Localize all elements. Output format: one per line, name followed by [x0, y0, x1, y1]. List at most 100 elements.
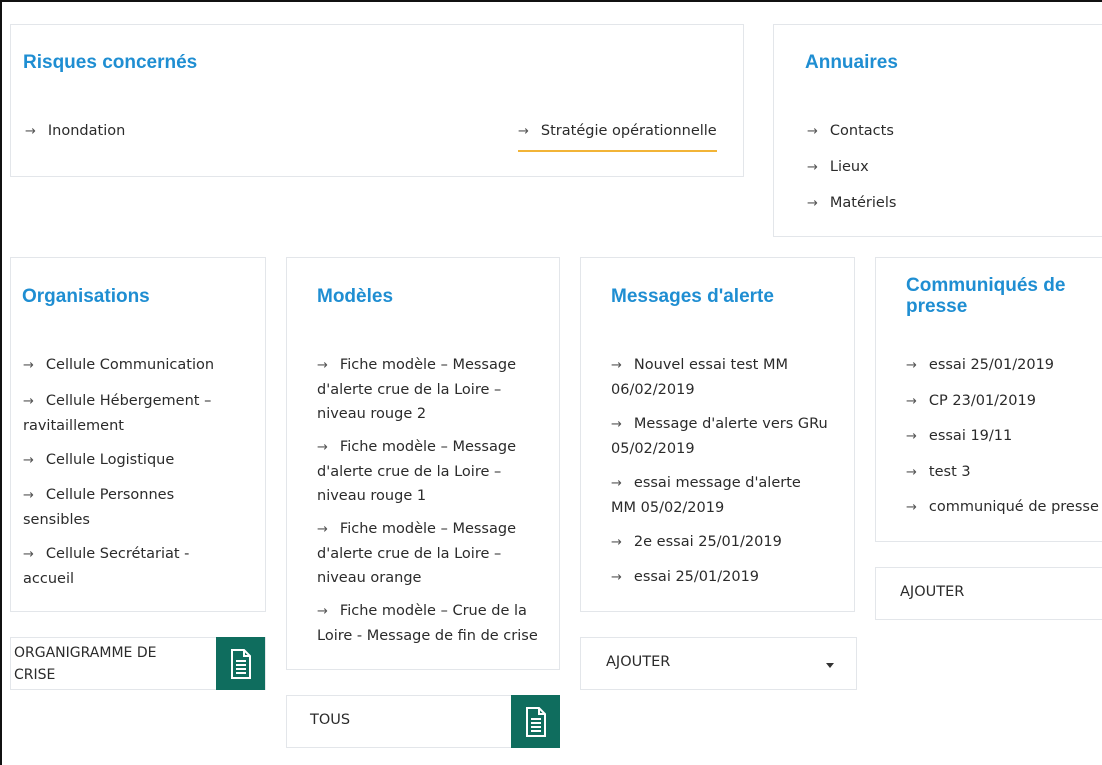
link-label: communiqué de presse 2 — [928, 499, 1102, 515]
link-label-continued: d'alerte crue de la Loire – — [317, 546, 502, 562]
organisation-item[interactable]: → Cellule Logistique — [23, 448, 259, 473]
link-label: Matériels — [829, 195, 897, 211]
message-item[interactable]: → Message d'alerte vers GRu 05/02/2019 — [611, 412, 851, 461]
arrow-right-icon: → — [611, 476, 622, 491]
link-label: Fiche modèle – Message — [339, 521, 517, 537]
message-item[interactable]: → Nouvel essai test MM 06/02/2019 — [611, 353, 851, 402]
link-label-continued: 05/02/2019 — [611, 441, 695, 457]
message-item[interactable]: → essai message d'alerte MM 05/02/2019 — [611, 471, 851, 520]
modele-item[interactable]: → Fiche modèle – Crue de la Loire - Messa… — [317, 599, 557, 648]
link-label: essai message d'alerte — [633, 475, 801, 491]
arrow-right-icon: → — [317, 604, 328, 619]
link-label: Cellule Hébergement – — [45, 393, 212, 409]
organigramme-label: ORGANIGRAMME DE CRISE — [14, 642, 156, 686]
communique-item[interactable]: → CP 23/01/2019 — [906, 389, 1036, 414]
organisation-item[interactable]: → Cellule Hébergement – ravitaillement — [23, 389, 259, 438]
arrow-right-icon: → — [317, 440, 328, 455]
link-label-continued: niveau orange — [317, 570, 422, 586]
annuaire-item-lieux[interactable]: → Lieux — [807, 155, 869, 180]
arrow-right-icon: → — [23, 394, 34, 409]
arrow-right-icon: → — [611, 417, 622, 432]
annuaires-title: Annuaires — [805, 52, 898, 73]
organisations-card: Organisations → Cellule Communication → Ce… — [10, 257, 266, 612]
ajouter-label: AJOUTER — [606, 654, 671, 670]
link-label: Nouvel essai test MM — [633, 357, 788, 373]
communique-item[interactable]: → essai 19/11 — [906, 424, 1012, 449]
arrow-right-icon: → — [317, 522, 328, 537]
link-label: 2e essai 25/01/2019 — [633, 534, 782, 550]
link-label-continued: ravitaillement — [23, 418, 124, 434]
organigramme-label-line1: ORGANIGRAMME DE — [14, 645, 157, 661]
risques-card: Risques concernés → Inondation → Stratégie… — [10, 24, 744, 177]
link-label: Cellule Communication — [45, 357, 215, 373]
risques-title: Risques concernés — [23, 52, 198, 73]
tous-label: TOUS — [310, 712, 351, 728]
annuaires-card: Annuaires → Contacts → Lieux → Matériels — [773, 24, 1102, 237]
arrow-right-icon: → — [23, 453, 34, 468]
arrow-right-icon: → — [906, 394, 917, 409]
arrow-right-icon: → — [807, 124, 818, 139]
risque-item-inondation[interactable]: → Inondation — [25, 119, 125, 144]
arrow-right-icon: → — [611, 570, 622, 585]
modele-item[interactable]: → Fiche modèle – Message d'alerte crue de… — [317, 353, 553, 426]
ajouter-communique-button[interactable]: AJOUTER — [875, 567, 1102, 620]
arrow-right-icon: → — [906, 500, 917, 515]
modele-item[interactable]: → Fiche modèle – Message d'alerte crue de… — [317, 435, 553, 508]
risque-item-strategie[interactable]: → Stratégie opérationnelle — [518, 119, 717, 152]
message-item[interactable]: → essai 25/01/2019 — [611, 565, 851, 590]
link-label: essai 19/11 — [928, 428, 1013, 444]
link-label-continued: MM 05/02/2019 — [611, 500, 725, 516]
link-label: Lieux — [829, 159, 869, 175]
ajouter-message-dropdown[interactable]: AJOUTER — [580, 637, 857, 690]
link-label-continued: sensibles — [23, 512, 90, 528]
communiques-title-line2: presse — [906, 296, 968, 317]
communique-item[interactable]: → test 3 — [906, 460, 971, 485]
link-label: Fiche modèle – Message — [339, 357, 517, 373]
arrow-right-icon: → — [25, 124, 36, 139]
arrow-right-icon: → — [23, 547, 34, 562]
arrow-right-icon: → — [611, 535, 622, 550]
document-icon — [230, 648, 251, 679]
annuaire-item-materiels[interactable]: → Matériels — [807, 191, 896, 216]
arrow-right-icon: → — [906, 465, 917, 480]
communique-item[interactable]: → communiqué de presse 2 — [906, 495, 1102, 520]
arrow-right-icon: → — [23, 488, 34, 503]
arrow-right-icon: → — [23, 358, 34, 373]
arrow-right-icon: → — [317, 358, 328, 373]
arrow-right-icon: → — [518, 124, 529, 139]
organisation-item[interactable]: → Cellule Secrétariat - accueil — [23, 542, 259, 591]
link-label: Fiche modèle – Message — [339, 439, 517, 455]
link-label-continued: Loire - Message de fin de crise — [317, 628, 538, 644]
communique-item[interactable]: → essai 25/01/2019 — [906, 353, 1054, 378]
document-icon — [525, 706, 546, 737]
link-label: essai 25/01/2019 — [928, 357, 1055, 373]
ajouter-label: AJOUTER — [900, 584, 965, 600]
link-label-continued: d'alerte crue de la Loire – — [317, 464, 502, 480]
link-label-continued: niveau rouge 1 — [317, 488, 427, 504]
organisation-item[interactable]: → Cellule Communication — [23, 353, 259, 378]
organigramme-document-button[interactable] — [216, 637, 265, 690]
caret-down-icon — [826, 663, 834, 668]
link-label: Contacts — [829, 123, 894, 139]
arrow-right-icon: → — [611, 358, 622, 373]
link-label-continued: accueil — [23, 571, 74, 587]
link-label: Message d'alerte vers GRu — [633, 416, 828, 432]
modele-item[interactable]: → Fiche modèle – Message d'alerte crue de… — [317, 517, 553, 590]
communiques-title: Communiqués de presse — [906, 275, 1065, 317]
link-label: Inondation — [47, 123, 126, 139]
link-label: Stratégie opérationnelle — [540, 123, 717, 139]
message-item[interactable]: → 2e essai 25/01/2019 — [611, 530, 851, 555]
link-label-continued: d'alerte crue de la Loire – — [317, 382, 502, 398]
organisation-item[interactable]: → Cellule Personnes sensibles — [23, 483, 259, 532]
link-label: CP 23/01/2019 — [928, 393, 1036, 409]
communiques-title-line1: Communiqués de — [906, 275, 1066, 296]
annuaire-item-contacts[interactable]: → Contacts — [807, 119, 894, 144]
link-label: test 3 — [928, 464, 971, 480]
arrow-right-icon: → — [807, 160, 818, 175]
modeles-card: Modèles → Fiche modèle – Message d'alerte… — [286, 257, 560, 670]
link-label: Cellule Logistique — [45, 452, 175, 468]
messages-title: Messages d'alerte — [611, 286, 774, 307]
link-label-continued: niveau rouge 2 — [317, 406, 427, 422]
organigramme-label-line2: CRISE — [14, 667, 56, 683]
tous-document-button[interactable] — [511, 695, 560, 748]
